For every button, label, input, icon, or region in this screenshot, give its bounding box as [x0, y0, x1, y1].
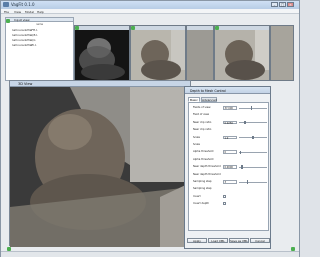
- list-item[interactable]: lumnunu123aQ.I.: [12, 38, 36, 42]
- param-label: Alpha threshold: [193, 150, 214, 154]
- maximize-button[interactable]: □: [279, 2, 286, 7]
- cancel-button[interactable]: Cancel: [250, 238, 270, 243]
- param-label: Invert depth: [193, 202, 209, 206]
- param-label: Sampling step: [193, 180, 212, 183]
- depth-thumbnail[interactable]: [74, 25, 130, 81]
- param-value-field[interactable]: 0.0000: [223, 165, 237, 169]
- close-button[interactable]: ×: [287, 2, 294, 7]
- param-value-field[interactable]: 0.0250: [223, 120, 237, 125]
- param-row: Near depth threshold 0.0000: [193, 165, 271, 169]
- param-label: Near clip ratio: [193, 128, 212, 132]
- input-view-header: Input view: [6, 18, 73, 22]
- param-slider[interactable]: [239, 106, 267, 110]
- thumbnail-header: [75, 26, 129, 30]
- 3d-mesh-render[interactable]: [10, 87, 192, 247]
- invert-checkbox[interactable]: [223, 194, 226, 198]
- param-value-field[interactable]: 37.000: [223, 106, 237, 110]
- dock-handle-icon[interactable]: [215, 26, 219, 30]
- param-row: Sampling step: [193, 187, 271, 191]
- param-slider[interactable]: [239, 150, 267, 154]
- param-label: Fields of view: [193, 106, 211, 109]
- menu-bar: File View Model Help: [1, 9, 299, 14]
- list-item[interactable]: lumnunu123aEl.I.: [12, 43, 37, 47]
- param-row: Invert depth: [193, 202, 271, 206]
- thumbnail-header: [215, 26, 269, 30]
- param-slider[interactable]: [239, 120, 267, 125]
- minimize-button[interactable]: –: [271, 2, 278, 7]
- param-row: Near depth threshold: [193, 173, 271, 177]
- slider-handle[interactable]: [252, 135, 254, 140]
- slider-handle[interactable]: [239, 150, 242, 154]
- param-value-field[interactable]: 3: [223, 180, 237, 184]
- param-value-field[interactable]: 0: [223, 150, 237, 154]
- param-label: Scale: [193, 143, 200, 146]
- param-row: Invert: [193, 194, 271, 199]
- 3d-view-window[interactable]: 3D View: [9, 80, 192, 247]
- column-header[interactable]: name: [6, 23, 73, 26]
- photo-thumbnail-3[interactable]: [214, 25, 270, 81]
- title-bar: VagFit 0.1.0 – □ ×: [1, 1, 299, 9]
- menu-help[interactable]: Help: [37, 10, 44, 14]
- param-slider[interactable]: [239, 135, 267, 140]
- list-item[interactable]: lumnunu123aFH.I.: [12, 28, 38, 32]
- thumbnail-header: [131, 26, 185, 30]
- dialog-title: Depth to Mesh Control: [190, 88, 226, 93]
- window-title: VagFit 0.1.0: [11, 2, 35, 7]
- slider-handle[interactable]: [250, 106, 253, 110]
- menu-model[interactable]: Model: [25, 10, 34, 14]
- param-label: Sampling step: [193, 187, 212, 191]
- param-row: Field of view: [193, 113, 271, 117]
- invert-checkbox[interactable]: [223, 202, 226, 206]
- input-view-panel: Input view name lumnunu123aFH.I. lumnunu…: [5, 17, 74, 81]
- param-label: Near depth threshold: [193, 165, 221, 169]
- param-row: Alpha threshold 0: [193, 150, 271, 154]
- input-view-title: Input view: [14, 18, 30, 22]
- photo-thumbnail-2[interactable]: [186, 25, 214, 81]
- depth-image: [79, 38, 125, 80]
- param-row: Sampling step 3: [193, 180, 271, 184]
- load-xml-button[interactable]: Load XML: [208, 238, 228, 243]
- dock-handle-icon[interactable]: [75, 26, 79, 30]
- param-row: Near clip ratio: [193, 128, 271, 132]
- thumbnail-header: [187, 26, 213, 30]
- dialog-header: Depth to Mesh Control: [185, 87, 270, 94]
- dock-handle-icon[interactable]: [6, 19, 10, 23]
- dock-handle-icon[interactable]: [131, 26, 135, 30]
- param-label: Invert: [193, 194, 201, 198]
- param-row: Alpha threshold: [193, 158, 271, 162]
- param-label: Scale: [193, 135, 200, 139]
- slider-handle[interactable]: [246, 180, 249, 184]
- param-row: Scale: [193, 143, 271, 147]
- param-slider[interactable]: [239, 180, 267, 184]
- tab-panel: Fields of view 37.000 Field of view Near cl…: [188, 102, 269, 231]
- slider-handle[interactable]: [244, 120, 246, 125]
- menu-view[interactable]: View: [14, 10, 21, 14]
- photo-image: [215, 30, 269, 80]
- param-label: Near clip ratio: [193, 120, 212, 124]
- apply-button[interactable]: Apply: [187, 238, 207, 243]
- param-row: Near clip ratio 0.0250: [193, 120, 271, 125]
- depth-to-mesh-dialog: Depth to Mesh Control Basic Advanced Fie…: [184, 86, 271, 249]
- app-icon: [3, 2, 9, 7]
- photo-thumbnail-4[interactable]: [270, 25, 294, 81]
- main-window: VagFit 0.1.0 – □ × File View Model Help …: [0, 0, 300, 257]
- param-value-field[interactable]: 1.0: [223, 135, 237, 139]
- param-slider[interactable]: [239, 165, 267, 169]
- param-row: Scale 1.0: [193, 135, 271, 140]
- photo-image: [131, 30, 185, 80]
- photo-thumbnail[interactable]: [130, 25, 186, 81]
- menu-file[interactable]: File: [4, 10, 9, 14]
- status-bar: [1, 251, 299, 257]
- param-label: Near depth threshold: [193, 172, 221, 176]
- 3d-view-title: 3D View: [18, 82, 33, 86]
- param-row: Fields of view 37.000: [193, 106, 271, 110]
- param-label: Alpha threshold: [193, 157, 214, 161]
- save-xml-button[interactable]: Save as XML: [229, 238, 249, 243]
- list-item[interactable]: lumnunu123aQ3.I.: [12, 33, 38, 37]
- param-label: Field of view: [193, 113, 210, 117]
- slider-handle[interactable]: [241, 165, 243, 169]
